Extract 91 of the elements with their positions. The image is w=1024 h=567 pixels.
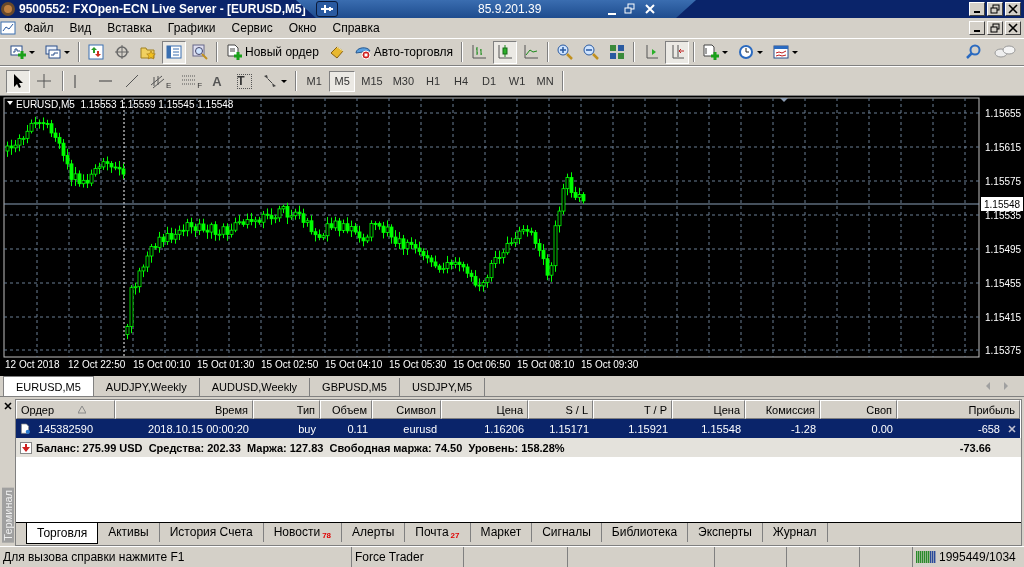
profile-name: Force Trader — [355, 549, 424, 564]
table-cell-text: 2018.10.15 00:00:20 — [147, 421, 250, 437]
column-header[interactable]: Тип — [253, 400, 320, 420]
price-label: 1.15575 — [985, 175, 1022, 187]
count-label: 78 — [322, 530, 332, 540]
column-header[interactable]: Цена — [441, 400, 528, 420]
table-cell-text: 1.16206 — [483, 421, 525, 437]
column-header[interactable]: Прибыль — [897, 400, 1020, 420]
time-label: 15 Oct 02:50 — [261, 358, 319, 370]
chart-tab[interactable]: GBPUSD,M5 — [310, 378, 400, 397]
price-label: 1.15455 — [985, 277, 1022, 289]
table-cell-text: 0.00 — [870, 421, 894, 437]
table-cell-text: 145382590 — [37, 421, 95, 437]
table-row[interactable]: 145382590 2018.10.15 00:00:20 buy 0.11 eurusd 1.16206 1.15171 1.15921 1.15548 -1.28 0.00 -658 — [16, 419, 1020, 439]
timeframe-button[interactable]: M5 — [329, 70, 356, 92]
panel-tab[interactable]: Эксперты — [688, 522, 763, 542]
time-label: 12 Oct 2018 — [5, 358, 60, 370]
price-label: 1.15415 — [985, 311, 1022, 323]
table-cell-text: 0.11 — [346, 421, 369, 437]
time-label: 15 Oct 01:30 — [197, 358, 255, 370]
timeframe-button[interactable]: W1 — [504, 70, 531, 92]
column-header[interactable]: Своп — [820, 400, 897, 420]
timeframe-button[interactable]: M1 — [301, 70, 328, 92]
table-cell-text: eurusd — [402, 421, 438, 437]
panel-tab[interactable]: История Счета — [159, 522, 264, 542]
chart-legend: EURUSD,M5 1.15553 1.15559 1.15545 1.15548 — [16, 98, 234, 110]
toolbar-button[interactable]: Новый ордер — [222, 40, 323, 64]
total-profit: -73.66 — [959, 441, 991, 454]
timeframe-button[interactable]: M30 — [388, 70, 419, 92]
menu-item[interactable]: Вид — [61, 20, 100, 35]
price-label: 1.15375 — [985, 344, 1022, 356]
time-label: 15 Oct 05:30 — [389, 358, 447, 370]
account-summary: Баланс: 275.99 USD Средства: 202.33 Маржа: 127.83 Свободная маржа: 74.50 Уровень: 158.28% — [36, 441, 565, 454]
table-cell-text: buy — [297, 421, 317, 437]
column-header[interactable]: T / P — [593, 400, 672, 420]
column-header[interactable]: Цена — [672, 400, 745, 420]
chart-tab[interactable]: AUDJPY,Weekly — [93, 378, 200, 397]
toolbar-button[interactable]: Авто-торговля — [350, 40, 458, 64]
panel-tab[interactable]: Алерты — [342, 522, 406, 542]
panel-tab[interactable]: Журнал — [762, 522, 828, 542]
menu-item[interactable]: Графики — [159, 20, 224, 35]
status-text: Для вызова справки нажмите F1 — [3, 549, 185, 564]
time-label: 12 Oct 22:50 — [68, 358, 126, 370]
timeframe-button[interactable]: H1 — [420, 70, 447, 92]
panel-title: Терминал — [1, 487, 14, 543]
toolbar-button[interactable]: A — [208, 69, 232, 93]
panel-tab[interactable]: Активы — [98, 522, 160, 542]
timeframe-button[interactable]: H4 — [448, 70, 475, 92]
column-header[interactable]: Символ — [372, 400, 441, 420]
timeframe-button[interactable]: MN — [532, 70, 559, 92]
toolbar-button[interactable]: E — [146, 69, 176, 93]
remote-address: 85.9.201.39 — [478, 2, 542, 16]
timeframe-button[interactable]: D1 — [476, 70, 503, 92]
price-label: 1.15535 — [985, 209, 1022, 221]
column-header[interactable]: S / L — [528, 400, 593, 420]
time-label: 15 Oct 08:10 — [517, 358, 575, 370]
toolbar-button[interactable]: F — [177, 69, 207, 93]
panel-tab[interactable]: Маркет — [470, 522, 533, 542]
current-price-label: 1.15548 — [981, 196, 1023, 211]
chart-tab[interactable]: EURUSD,M5 — [3, 376, 94, 397]
chart-tab[interactable]: AUDUSD,Weekly — [199, 378, 311, 397]
toolbar-button[interactable]: T — [233, 69, 257, 93]
menu-item[interactable]: Вставка — [99, 20, 160, 35]
table-cell-text: -1.28 — [789, 421, 817, 437]
timeframe-button[interactable]: M15 — [357, 70, 387, 92]
table-cell-text: 1.15921 — [627, 421, 669, 437]
column-header[interactable]: Комиссия — [745, 400, 820, 420]
table-cell-text: 1.15171 — [548, 421, 590, 437]
time-label: 15 Oct 00:10 — [133, 358, 191, 370]
menu-item[interactable]: Сервис — [223, 20, 281, 35]
traffic-counter: 1995449/1034 — [939, 549, 1016, 564]
column-header[interactable]: Объем — [320, 400, 372, 420]
price-label: 1.15655 — [985, 107, 1022, 119]
table-cell-text: -658 — [976, 421, 1001, 437]
time-label: 15 Oct 06:50 — [453, 358, 511, 370]
window-title: 9500552: FXOpen-ECN Live Server - [EURUSD,M5] — [19, 1, 306, 16]
panel-tab[interactable]: Торговля — [26, 522, 99, 544]
panel-tab[interactable]: Сигналы — [532, 522, 602, 542]
price-label: 1.15495 — [985, 243, 1022, 255]
time-label: 15 Oct 09:30 — [581, 358, 639, 370]
panel-tab[interactable]: Библиотека — [601, 522, 689, 542]
column-header[interactable]: Время — [115, 400, 253, 420]
time-label: 15 Oct 04:10 — [325, 358, 383, 370]
table-cell-text: 1.15548 — [700, 421, 742, 437]
menu-item[interactable]: Окно — [280, 20, 325, 35]
column-header[interactable]: Ордер — [16, 400, 115, 420]
chart-tab[interactable]: USDJPY,M5 — [399, 378, 486, 397]
menu-item[interactable]: Файл — [16, 20, 62, 35]
menu-item[interactable]: Справка — [324, 20, 388, 35]
count-label: 27 — [450, 530, 460, 540]
price-label: 1.15615 — [985, 141, 1022, 153]
